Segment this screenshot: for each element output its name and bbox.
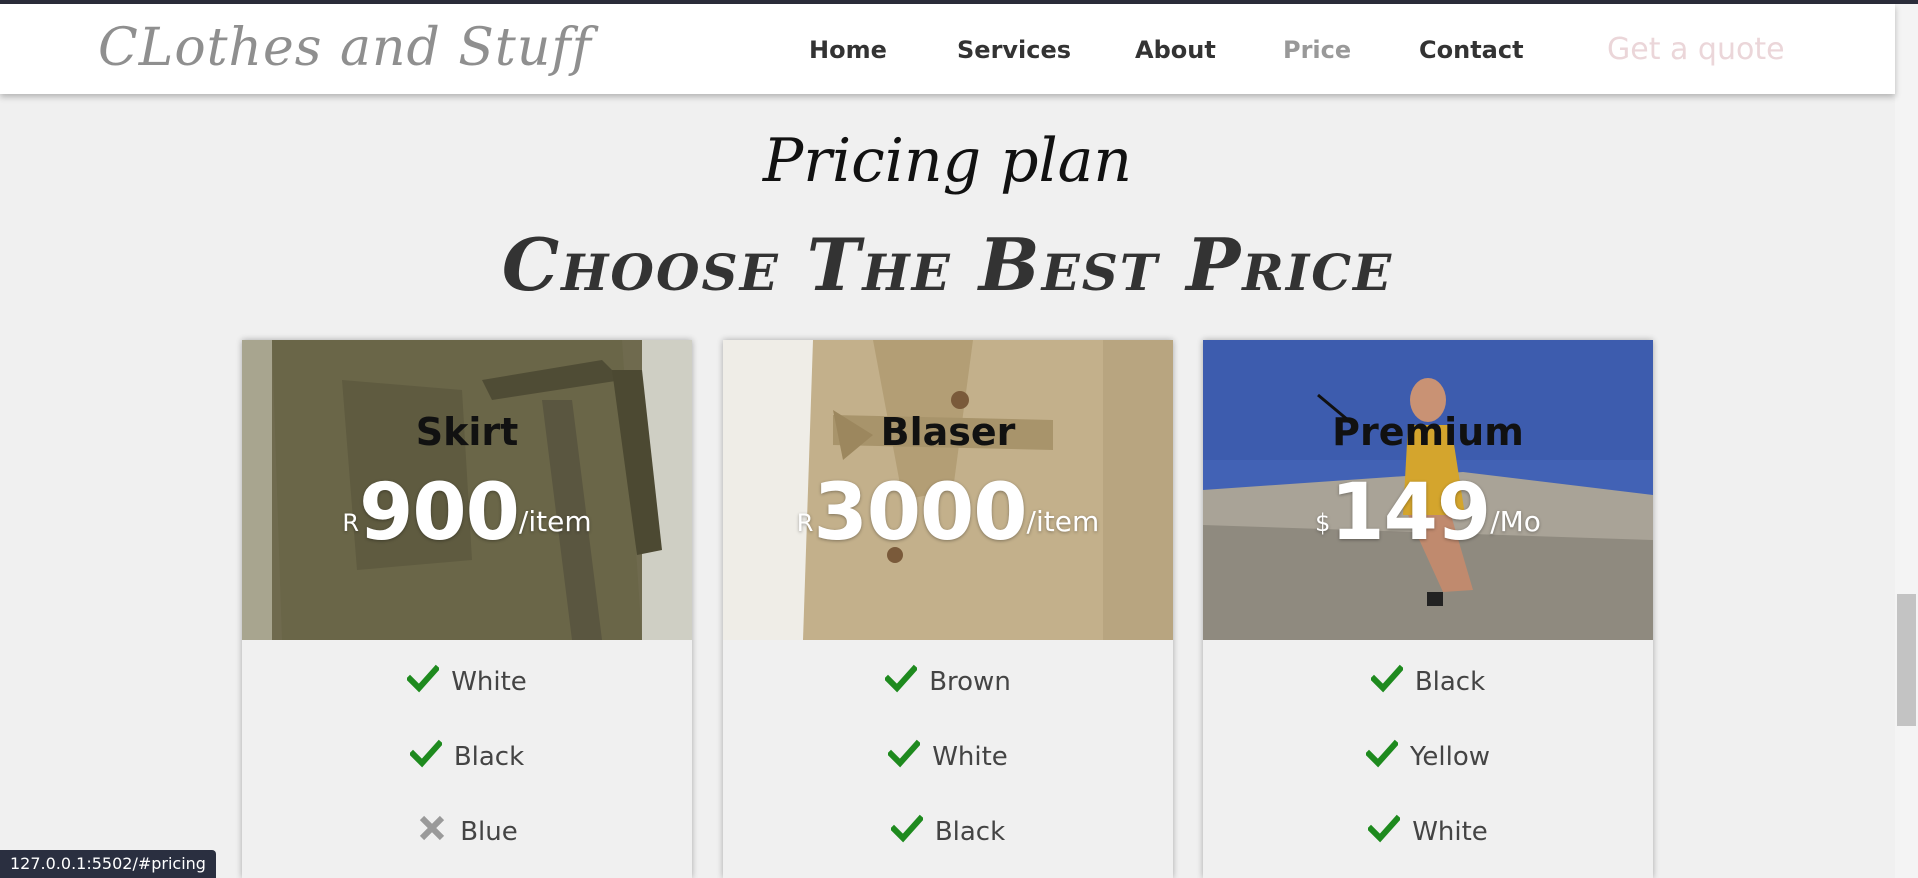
nav-contact[interactable]: Contact	[1419, 36, 1524, 64]
feature-label: Black	[453, 742, 525, 772]
feature-item: Black	[242, 737, 692, 772]
pricing-card-premium: Premium $149/Mo Black Yellow White	[1203, 340, 1653, 878]
feature-item: Blue	[242, 812, 692, 847]
feature-label: Brown	[929, 667, 1011, 697]
feature-label: Blue	[460, 817, 518, 847]
status-bar-url: 127.0.0.1:5502/#pricing	[0, 850, 216, 878]
pricing-card-blaser: Blaser R3000/item Brown White Black	[723, 340, 1173, 878]
check-icon	[888, 739, 921, 768]
price-currency: R	[342, 509, 360, 537]
feature-label: Black	[1414, 667, 1486, 697]
check-icon	[407, 664, 440, 693]
feature-item: White	[242, 662, 692, 697]
feature-label: Black	[934, 817, 1006, 847]
price-amount: 149	[1330, 468, 1491, 558]
feature-item: Black	[723, 812, 1173, 847]
nav-services[interactable]: Services	[957, 36, 1071, 64]
site-logo[interactable]: CLothes and Stuff	[98, 18, 592, 78]
nav-about[interactable]: About	[1135, 36, 1216, 64]
price-currency: R	[796, 509, 814, 537]
pricing-title: Choose The Best Price	[501, 222, 1394, 307]
card-price: $149/Mo	[1203, 468, 1653, 558]
card-title: Premium	[1332, 410, 1524, 454]
feature-item: White	[723, 737, 1173, 772]
check-icon	[885, 664, 918, 693]
check-icon	[1365, 739, 1398, 768]
nav-home[interactable]: Home	[809, 36, 887, 64]
scrollbar-thumb[interactable]	[1897, 594, 1916, 726]
feature-item: White	[1203, 812, 1653, 847]
cross-icon	[420, 815, 445, 841]
card-price: R900/item	[242, 468, 692, 558]
price-unit: /item	[518, 505, 592, 538]
card-title: Blaser	[880, 410, 1016, 454]
card-price: R3000/item	[723, 468, 1173, 558]
feature-item: Black	[1203, 662, 1653, 697]
feature-label: White	[451, 667, 527, 697]
feature-item: Yellow	[1203, 737, 1653, 772]
check-icon	[409, 739, 442, 768]
card-title: Skirt	[415, 410, 519, 454]
check-icon	[890, 814, 923, 843]
pricing-subtitle: Pricing plan	[762, 126, 1133, 196]
price-amount: 900	[359, 468, 520, 558]
nav-price[interactable]: Price	[1283, 36, 1351, 64]
pricing-card-skirt: Skirt R900/item White Black Blue	[242, 340, 692, 878]
feature-label: White	[1412, 817, 1488, 847]
price-unit: /Mo	[1490, 505, 1541, 538]
check-icon	[1370, 664, 1403, 693]
feature-item: Brown	[723, 662, 1173, 697]
price-currency: $	[1315, 509, 1331, 537]
page-scrollbar[interactable]	[1895, 4, 1918, 878]
get-a-quote-link[interactable]: Get a quote	[1607, 32, 1785, 67]
price-amount: 3000	[813, 468, 1027, 558]
check-icon	[1368, 814, 1401, 843]
feature-label: White	[932, 742, 1008, 772]
price-unit: /item	[1026, 505, 1100, 538]
navbar: CLothes and Stuff Home Services About Pr…	[0, 4, 1895, 94]
feature-label: Yellow	[1409, 742, 1491, 772]
